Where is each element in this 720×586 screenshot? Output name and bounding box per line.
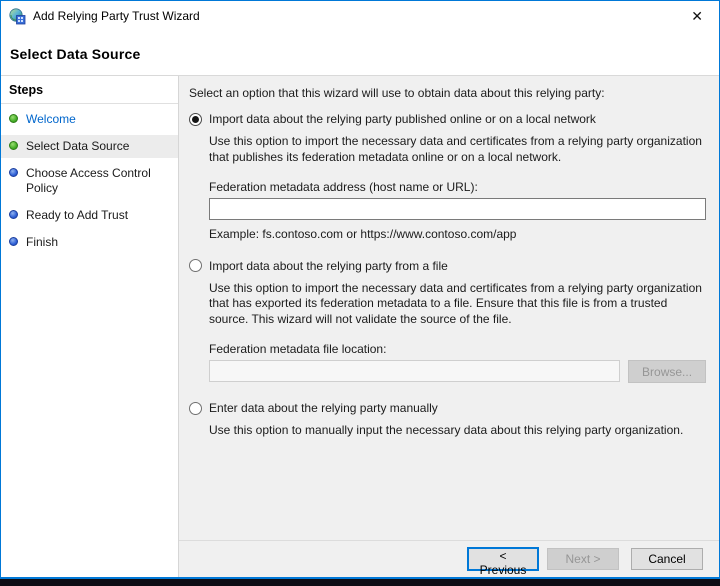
radio-import-online[interactable]: Import data about the relying party publ… [189, 112, 706, 126]
adfs-wizard-icon [9, 7, 26, 25]
step-pending-bullet-icon [9, 210, 18, 219]
desktop-strip [0, 579, 720, 586]
sidebar-item-choose-access-control-policy[interactable]: Choose Access Control Policy [1, 162, 178, 200]
main-panel: Select an option that this wizard will u… [179, 76, 719, 577]
metadata-address-label: Federation metadata address (host name o… [209, 179, 478, 194]
step-pending-bullet-icon [9, 237, 18, 246]
browse-button[interactable]: Browse... [628, 360, 706, 384]
example-text: Example: fs.contoso.com or https://www.c… [209, 226, 517, 241]
radio-label: Import data about the relying party from… [209, 258, 448, 273]
cancel-button[interactable]: Cancel [631, 548, 703, 570]
sidebar-item-finish[interactable]: Finish [1, 231, 178, 254]
wizard-footer: < Previous Next > Cancel [179, 540, 719, 577]
step-label: Choose Access Control Policy [26, 166, 151, 195]
radio-unselected-icon [189, 401, 202, 415]
previous-button[interactable]: < Previous [467, 547, 539, 577]
option-description: Use this option to import the necessary … [209, 280, 702, 327]
step-label: Ready to Add Trust [26, 208, 129, 222]
step-label: Select Data Source [26, 139, 130, 153]
step-done-bullet-icon [9, 114, 18, 123]
main-content: Select an option that this wizard will u… [179, 76, 719, 540]
option-description: Use this option to import the necessary … [209, 134, 702, 164]
radio-label: Enter data about the relying party manua… [209, 401, 438, 416]
steps-sidebar: Steps Welcome Select Data Source Choose … [1, 76, 179, 577]
wizard-header: Select Data Source [1, 31, 719, 76]
step-label: Finish [26, 235, 59, 249]
radio-unselected-icon [189, 259, 202, 273]
next-button[interactable]: Next > [547, 548, 619, 570]
radio-enter-manually[interactable]: Enter data about the relying party manua… [189, 401, 706, 415]
radio-label: Import data about the relying party publ… [209, 112, 596, 126]
sidebar-item-select-data-source[interactable]: Select Data Source [1, 135, 178, 158]
titlebar: Add Relying Party Trust Wizard ✕ [1, 1, 719, 31]
step-pending-bullet-icon [9, 168, 18, 177]
metadata-file-label: Federation metadata file location: [209, 342, 387, 357]
federation-metadata-file-input[interactable] [209, 360, 621, 383]
wizard-window: Add Relying Party Trust Wizard ✕ Select … [0, 0, 720, 579]
steps-heading: Steps [1, 76, 178, 104]
sidebar-item-welcome[interactable]: Welcome [1, 108, 178, 131]
window-title: Add Relying Party Trust Wizard [33, 9, 200, 23]
close-icon[interactable]: ✕ [683, 7, 711, 25]
option-description: Use this option to manually input the ne… [209, 423, 684, 438]
desktop-background: Add Relying Party Trust Wizard ✕ Select … [0, 0, 720, 586]
step-done-bullet-icon [9, 141, 18, 150]
radio-selected-icon [189, 112, 202, 126]
wizard-body: Steps Welcome Select Data Source Choose … [1, 76, 719, 577]
federation-metadata-address-input[interactable] [209, 197, 706, 220]
page-title: Select Data Source [10, 46, 141, 62]
step-label: Welcome [26, 112, 76, 126]
intro-text: Select an option that this wizard will u… [189, 86, 605, 100]
sidebar-item-ready-to-add-trust[interactable]: Ready to Add Trust [1, 204, 178, 227]
radio-import-from-file[interactable]: Import data about the relying party from… [189, 259, 706, 273]
